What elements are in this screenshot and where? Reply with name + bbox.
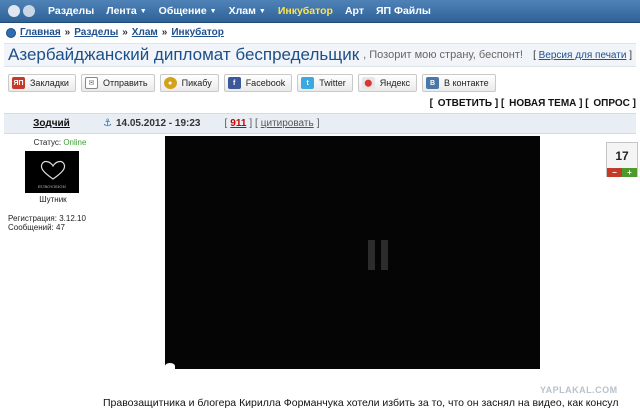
- cite-link[interactable]: цитировать: [261, 118, 314, 129]
- print-version: [ Версия для печати ]: [533, 50, 632, 61]
- user-status: Статус: Online: [33, 138, 87, 147]
- post-header: Зодчий ⚓ 14.05.2012 - 19:23 [911] [цитир…: [4, 113, 636, 134]
- avatar[interactable]: EUROVISION: [25, 151, 79, 193]
- status-online: Online: [63, 138, 87, 147]
- share-bookmarks-button[interactable]: ЯП Закладки: [8, 74, 76, 92]
- new-topic-button[interactable]: НОВАЯ ТЕМА: [509, 98, 576, 109]
- share-vk-button[interactable]: B В контакте: [422, 74, 496, 92]
- twitter-icon: t: [301, 77, 315, 89]
- watermark: YAPLAKAL.COM: [540, 385, 618, 395]
- mail-icon: ✉: [84, 77, 98, 89]
- facebook-icon: f: [227, 77, 241, 89]
- post-rating: 17 − +: [606, 142, 638, 177]
- breadcrumb-separator: »: [64, 27, 71, 38]
- top-navigation: Разделы Лента ▼ Общение ▼ Хлам ▼ Инкубатор …: [0, 0, 640, 23]
- video-scrubber[interactable]: [165, 363, 175, 369]
- breadcrumb: Главная » Разделы » Хлам » Инкубатор: [6, 27, 224, 38]
- breadcrumb-razdely[interactable]: Разделы: [74, 27, 118, 38]
- post-number-link[interactable]: 911: [230, 118, 246, 129]
- page-subtitle: , Позорит мою страну, беспонт!: [363, 49, 523, 61]
- caret-down-icon: ▼: [209, 7, 217, 15]
- logo-dot-icon: [23, 5, 35, 17]
- post-body-text: Правозащитника и блогера Кирилла Форманч…: [103, 397, 619, 409]
- breadcrumb-home[interactable]: Главная: [20, 27, 61, 38]
- nav-item-lenta[interactable]: Лента ▼: [106, 5, 146, 17]
- pikabu-icon: ●: [163, 77, 177, 89]
- share-pikabu-button[interactable]: ● Пикабу: [159, 74, 219, 92]
- yandex-icon: ⬤: [361, 77, 375, 89]
- bookmark-icon: ЯП: [12, 77, 25, 89]
- caret-down-icon: ▼: [139, 7, 147, 15]
- nav-item-obshchenie[interactable]: Общение ▼: [159, 5, 217, 17]
- topic-actions: [ ОТВЕТИТЬ ] [ НОВАЯ ТЕМА ] [ ОПРОС ]: [429, 98, 636, 109]
- share-facebook-button[interactable]: f Facebook: [223, 74, 293, 92]
- vote-down-button[interactable]: −: [607, 168, 622, 177]
- vote-up-button[interactable]: +: [622, 168, 637, 177]
- user-rank: Шутник: [39, 195, 67, 204]
- share-bar: ЯП Закладки ✉ Отправить ● Пикабу f Faceb…: [8, 74, 496, 92]
- post-author[interactable]: Зодчий: [4, 118, 99, 129]
- avatar-caption: EUROVISION: [37, 184, 67, 189]
- breadcrumb-inkubator[interactable]: Инкубатор: [171, 27, 224, 38]
- nav-item-khlam[interactable]: Хлам ▼: [229, 5, 266, 17]
- breadcrumb-khlam[interactable]: Хлам: [132, 27, 158, 38]
- video-player[interactable]: [165, 136, 540, 369]
- post-date: 14.05.2012 - 19:23: [115, 118, 201, 129]
- share-yandex-button[interactable]: ⬤ Яндекс: [357, 74, 417, 92]
- logo-dot-icon: [8, 5, 20, 17]
- print-version-link[interactable]: Версия для печати: [539, 50, 627, 61]
- breadcrumb-separator: »: [122, 27, 128, 38]
- poll-button[interactable]: ОПРОС: [593, 98, 630, 109]
- share-twitter-button[interactable]: t Twitter: [297, 74, 353, 92]
- home-icon: [6, 27, 16, 38]
- site-logo[interactable]: [8, 4, 42, 18]
- breadcrumb-separator: »: [161, 27, 168, 38]
- post-links: [911] [цитировать]: [224, 118, 320, 129]
- share-send-button[interactable]: ✉ Отправить: [80, 74, 155, 92]
- user-reg-info: Регистрация: 3.12.10 Сообщений: 47: [8, 214, 86, 232]
- rating-score: 17: [615, 148, 629, 163]
- topic-title-bar: Азербайджанский дипломат беспредельщик ,…: [4, 43, 636, 67]
- nav-item-razdely[interactable]: Разделы: [48, 5, 94, 17]
- eurovision-heart-icon: [40, 160, 66, 180]
- user-card: Статус: Online EUROVISION Шутник Регистр…: [8, 138, 98, 232]
- nav-item-art[interactable]: Арт: [345, 5, 364, 17]
- nav-item-inkubator[interactable]: Инкубатор: [278, 5, 333, 17]
- page-title: Азербайджанский дипломат беспредельщик: [8, 45, 360, 64]
- reply-button[interactable]: ОТВЕТИТЬ: [438, 98, 492, 109]
- post-anchor-icon[interactable]: ⚓: [103, 118, 112, 129]
- caret-down-icon: ▼: [258, 7, 266, 15]
- pause-icon[interactable]: [368, 240, 390, 270]
- nav-item-files[interactable]: ЯП Файлы: [376, 5, 431, 17]
- vk-icon: B: [426, 77, 439, 89]
